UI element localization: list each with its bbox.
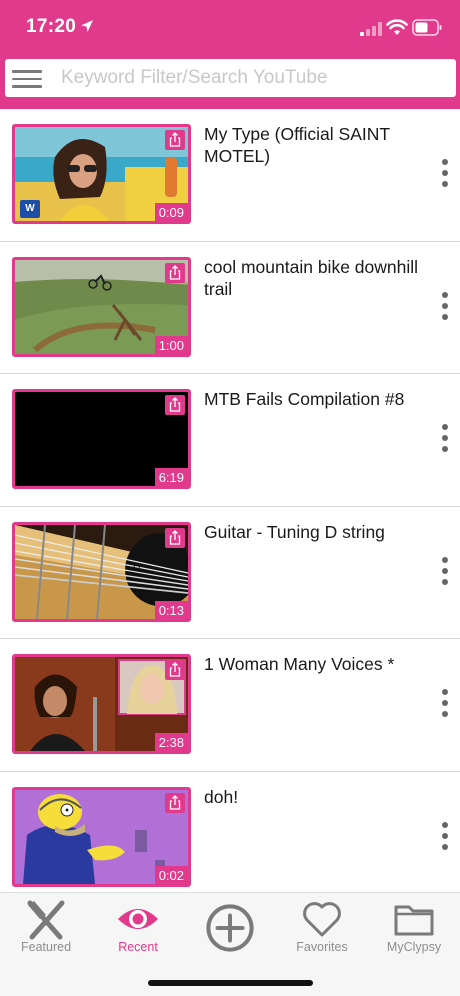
tab-label: Featured — [20, 940, 72, 954]
search-input[interactable] — [61, 59, 441, 97]
video-title[interactable]: cool mountain bike downhill trail — [204, 256, 422, 300]
search-box — [5, 59, 456, 97]
tab-myclypsy[interactable]: MyClypsy — [368, 893, 460, 963]
video-title[interactable]: My Type (Official SAINT MOTEL) — [204, 123, 422, 167]
location-arrow-icon — [81, 20, 93, 32]
tab-label: Recent — [118, 940, 158, 954]
video-list-item[interactable]: 1:00 cool mountain bike downhill trail — [0, 241, 460, 374]
video-duration: 6:19 — [154, 468, 188, 486]
share-icon[interactable] — [165, 130, 185, 150]
scissors-icon — [27, 900, 65, 940]
tab-label: Favorites — [296, 940, 348, 954]
video-title[interactable]: 1 Woman Many Voices * — [204, 653, 422, 675]
status-bar: 17:20 — [0, 0, 460, 55]
share-icon[interactable] — [165, 262, 185, 283]
video-duration: 0:09 — [154, 203, 188, 221]
video-list: W 0:09 My Type (Official SAINT MOTEL) 1:… — [0, 109, 460, 904]
video-thumbnail[interactable]: 6:19 — [12, 389, 191, 489]
more-options-icon[interactable] — [437, 689, 453, 717]
tab-recent[interactable]: Recent — [92, 893, 184, 963]
video-duration: 2:38 — [154, 733, 188, 751]
video-title[interactable]: MTB Fails Compilation #8 — [204, 388, 422, 410]
video-list-item[interactable]: W 0:09 My Type (Official SAINT MOTEL) — [0, 109, 460, 242]
wifi-icon — [386, 19, 408, 35]
video-thumbnail[interactable]: W 0:09 — [12, 124, 191, 224]
video-thumbnail[interactable]: 0:02 — [12, 786, 191, 887]
battery-icon — [412, 19, 442, 36]
video-title[interactable]: Guitar - Tuning D string — [204, 521, 422, 543]
video-thumbnail[interactable]: 2:38 — [12, 654, 191, 754]
video-duration: 0:02 — [154, 865, 188, 884]
more-options-icon[interactable] — [437, 424, 453, 452]
video-list-item[interactable]: 0:02 doh! — [0, 771, 460, 904]
add-circle-icon — [206, 904, 254, 952]
video-list-item[interactable]: 2:38 1 Woman Many Voices * — [0, 639, 460, 772]
video-thumbnail[interactable]: 1:00 — [12, 256, 191, 357]
share-icon[interactable] — [165, 527, 185, 548]
search-bar — [0, 55, 460, 109]
status-time: 17:20 — [26, 16, 77, 37]
video-title[interactable]: doh! — [204, 786, 422, 808]
cellular-signal-icon — [360, 22, 382, 36]
share-icon[interactable] — [165, 660, 185, 680]
folder-icon — [394, 905, 434, 936]
warner-music-logo: W — [20, 200, 40, 218]
home-indicator — [148, 980, 313, 986]
hamburger-menu-icon[interactable] — [12, 70, 42, 88]
more-options-icon[interactable] — [437, 821, 453, 850]
video-list-item[interactable]: 6:19 MTB Fails Compilation #8 — [0, 374, 460, 507]
svg-text:D: D — [133, 563, 140, 574]
tab-label: MyClypsy — [386, 940, 442, 954]
share-icon[interactable] — [165, 395, 185, 415]
more-options-icon[interactable] — [437, 291, 453, 320]
heart-icon — [303, 902, 341, 937]
eye-icon — [118, 909, 158, 929]
share-icon[interactable] — [165, 792, 185, 813]
video-list-item[interactable]: D 0:13 Guitar - Tuning D string — [0, 506, 460, 639]
more-options-icon[interactable] — [437, 556, 453, 585]
tab-featured[interactable]: Featured — [0, 893, 92, 963]
video-duration: 0:13 — [154, 600, 188, 619]
more-options-icon[interactable] — [437, 159, 453, 187]
video-duration: 1:00 — [154, 335, 188, 354]
tab-favorites[interactable]: Favorites — [276, 893, 368, 963]
tab-add[interactable] — [184, 893, 276, 963]
video-thumbnail[interactable]: D 0:13 — [12, 521, 191, 622]
